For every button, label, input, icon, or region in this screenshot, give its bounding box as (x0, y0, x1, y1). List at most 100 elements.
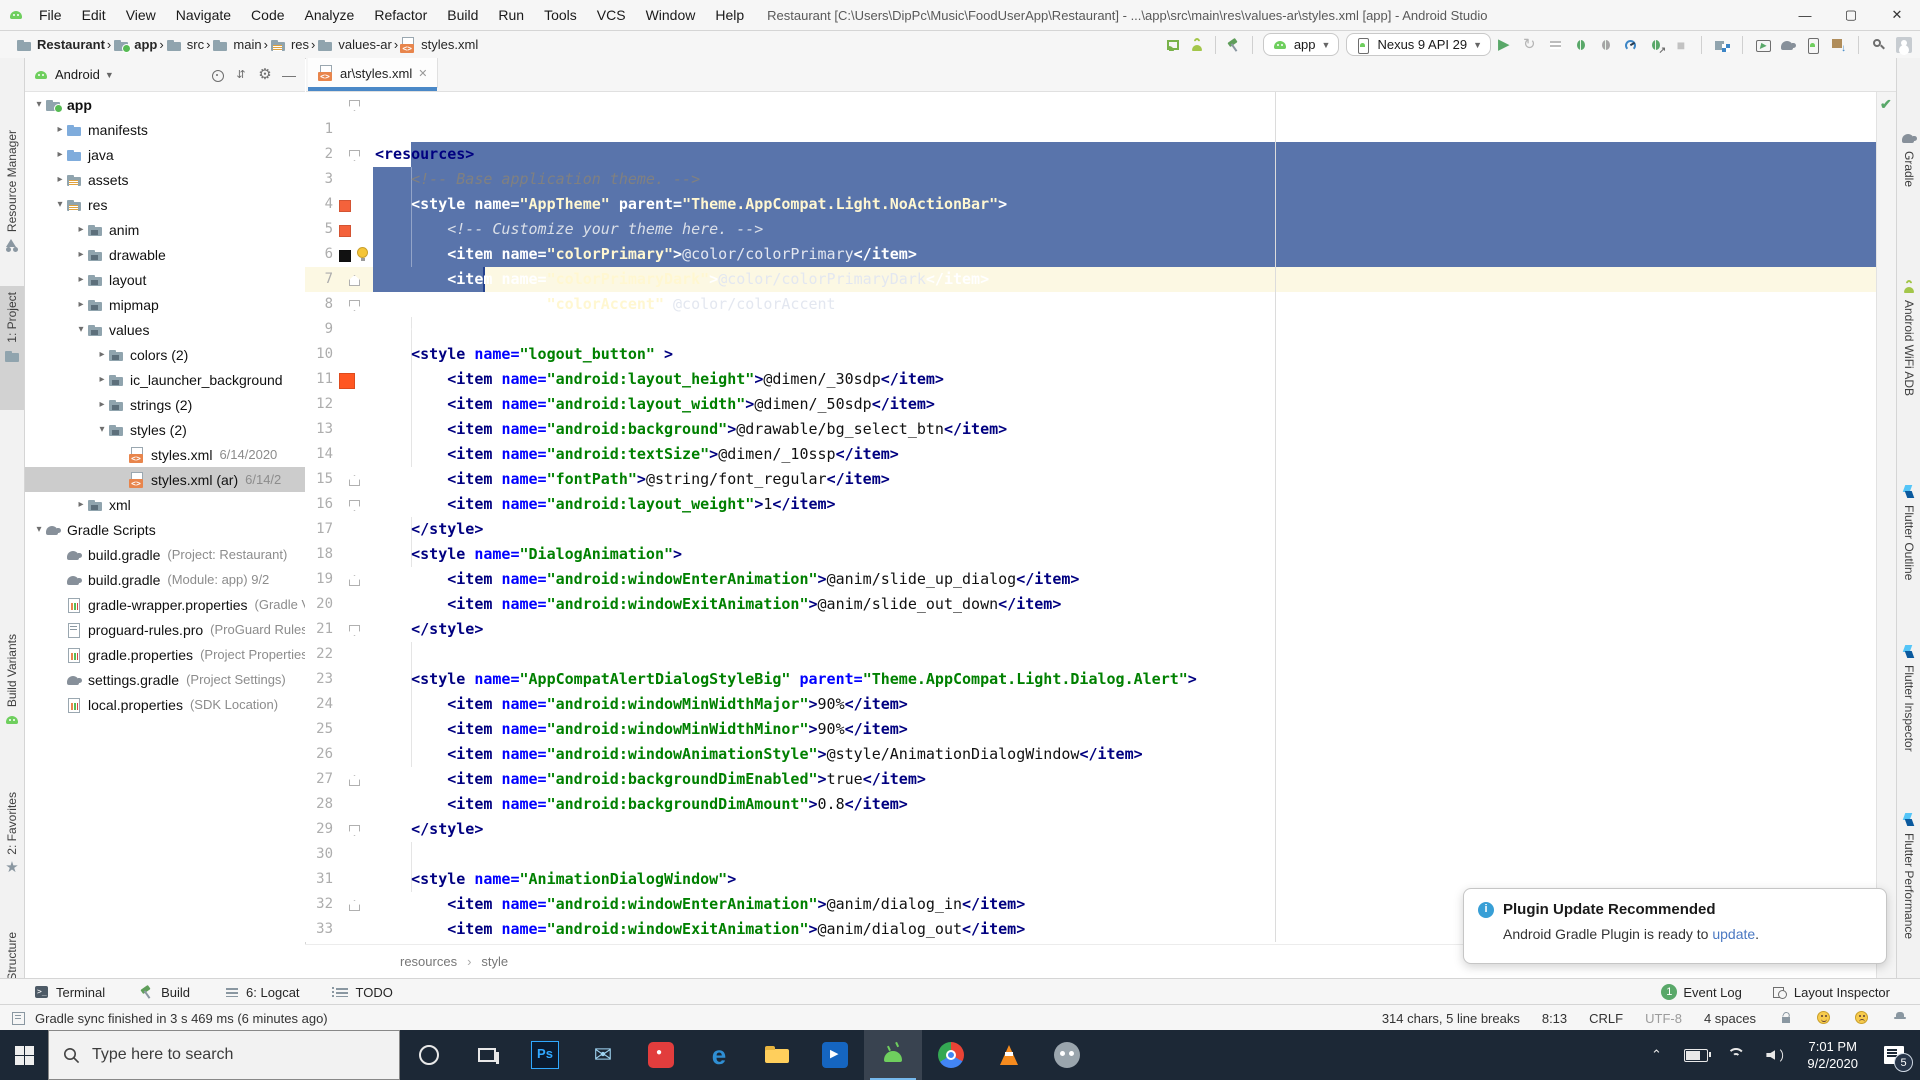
run-config-dropdown[interactable]: app ▼ (1263, 33, 1340, 56)
feedback-sad-icon[interactable] (1854, 1010, 1870, 1026)
stop-icon[interactable] (1673, 37, 1689, 53)
tree-chevron-icon[interactable]: ▾ (75, 324, 87, 335)
cortana-button[interactable] (400, 1030, 458, 1080)
menu-tools[interactable]: Tools (535, 4, 586, 26)
tree-item-settings-gradle[interactable]: settings.gradle(Project Settings) (25, 667, 305, 692)
wifi-icon[interactable] (1719, 1030, 1753, 1080)
tree-item-build-gradle[interactable]: build.gradle(Project: Restaurant) (25, 542, 305, 567)
taskbar-file-explorer-icon[interactable] (748, 1030, 806, 1080)
update-link[interactable]: update (1712, 926, 1755, 942)
gradle-daemon-icon[interactable] (1892, 1010, 1908, 1026)
menu-build[interactable]: Build (438, 4, 487, 26)
tree-chevron-icon[interactable]: ▸ (75, 299, 87, 310)
fold-marker-icon[interactable] (349, 500, 360, 511)
profile-debug-icon[interactable] (1648, 37, 1664, 53)
menu-view[interactable]: View (117, 4, 165, 26)
tool-stripe-flutter-inspector[interactable]: Flutter Inspector (1897, 638, 1920, 794)
color-swatch[interactable] (339, 200, 351, 212)
taskbar-photoshop-icon[interactable] (516, 1030, 574, 1080)
code-line[interactable]: 31 <item name="android:windowEnterAnimat… (305, 842, 1876, 867)
code-line[interactable]: 2 <!-- Base application theme. --> (305, 117, 1876, 142)
breadcrumb-resources[interactable]: resources (400, 954, 457, 969)
code-editor[interactable]: 1 <resources> 2 <!-- Base application th… (305, 92, 1876, 942)
tree-chevron-icon[interactable]: ▸ (54, 174, 66, 185)
menu-run[interactable]: Run (489, 4, 533, 26)
tree-item-values[interactable]: ▾ values (25, 317, 305, 342)
notification-balloon[interactable]: Plugin Update Recommended Android Gradle… (1463, 888, 1887, 964)
tree-item-gradle-scripts[interactable]: ▾ Gradle Scripts (25, 517, 305, 542)
emulator-icon[interactable] (1755, 37, 1771, 53)
color-swatch[interactable] (339, 373, 355, 389)
taskbar-gimp-icon[interactable] (1038, 1030, 1096, 1080)
settings-gear-icon[interactable] (257, 67, 273, 83)
battery-icon[interactable] (1679, 1030, 1713, 1080)
code-line[interactable]: 10 <item name="android:layout_height">@d… (305, 317, 1876, 342)
tool-stripe-android-wifi-adb[interactable]: Android WiFi ADB (1897, 273, 1920, 449)
code-line[interactable]: 15 <item name="android:layout_weight">1<… (305, 442, 1876, 467)
breadcrumb-res[interactable]: res (268, 37, 311, 53)
fold-marker-icon[interactable] (349, 775, 360, 786)
fold-marker-icon[interactable] (349, 625, 360, 636)
taskbar-vlc-icon[interactable] (980, 1030, 1038, 1080)
code-line[interactable]: 24 <item name="android:windowMinWidthMin… (305, 667, 1876, 692)
tree-item-colors-2[interactable]: ▸ colors (2) (25, 342, 305, 367)
tree-chevron-icon[interactable]: ▸ (75, 274, 87, 285)
code-line[interactable]: 29 (305, 792, 1876, 817)
code-line[interactable]: 8 </style> (305, 267, 1876, 292)
code-line[interactable]: 25 <item name="android:windowAnimationSt… (305, 692, 1876, 717)
code-line[interactable]: 3 <style name="AppTheme" parent="Theme.A… (305, 142, 1876, 167)
menu-window[interactable]: Window (637, 4, 705, 26)
breadcrumb-restaurant[interactable]: Restaurant (14, 37, 107, 53)
taskbar-mail-icon[interactable] (574, 1030, 632, 1080)
tree-chevron-icon[interactable]: ▸ (75, 499, 87, 510)
collapse-all-icon[interactable] (233, 67, 249, 83)
code-line[interactable]: 28 </style> (305, 767, 1876, 792)
tree-chevron-icon[interactable]: ▾ (96, 424, 108, 435)
speaker-icon[interactable] (1759, 1030, 1793, 1080)
code-line[interactable]: 19 <item name="android:windowExitAnimati… (305, 542, 1876, 567)
tree-item-styles-2[interactable]: ▾ styles (2) (25, 417, 305, 442)
apply-changes-icon[interactable] (1523, 37, 1539, 53)
device-file-explorer-icon[interactable] (1714, 37, 1730, 53)
tool-window-6-logcat[interactable]: 6: Logcat (224, 984, 300, 1000)
taskbar-store-app-icon[interactable] (632, 1030, 690, 1080)
fold-marker-icon[interactable] (349, 300, 360, 311)
color-swatch[interactable] (339, 225, 351, 237)
menu-code[interactable]: Code (242, 4, 293, 26)
start-button[interactable] (0, 1030, 48, 1080)
tool-stripe-flutter-outline[interactable]: Flutter Outline (1897, 478, 1920, 624)
run-icon[interactable] (1498, 37, 1514, 53)
tool-stripe-1-project[interactable]: 1: Project (0, 286, 24, 410)
menu-navigate[interactable]: Navigate (167, 4, 240, 26)
caret-position[interactable]: 8:13 (1542, 1011, 1567, 1026)
tree-chevron-icon[interactable]: ▸ (96, 349, 108, 360)
tree-item-app[interactable]: ▾ app (25, 92, 305, 117)
code-line[interactable]: 5 <item name="colorPrimary">@color/color… (305, 192, 1876, 217)
tree-chevron-icon[interactable]: ▾ (33, 524, 45, 535)
editor-inspection-strip[interactable]: ✔ (1876, 92, 1897, 978)
tree-chevron-icon[interactable]: ▸ (54, 124, 66, 135)
tree-item-gradle-wrapper-properties[interactable]: gradle-wrapper.properties(Gradle Version… (25, 592, 305, 617)
code-line[interactable]: 21 (305, 592, 1876, 617)
tool-window-build[interactable]: Build (139, 984, 190, 1000)
tree-item-drawable[interactable]: ▸ drawable (25, 242, 305, 267)
menu-analyze[interactable]: Analyze (296, 4, 364, 26)
tree-item-proguard-rules-pro[interactable]: proguard-rules.pro(ProGuard Rules for ap… (25, 617, 305, 642)
tree-item-strings-2[interactable]: ▸ strings (2) (25, 392, 305, 417)
gradle-sync-icon[interactable] (1780, 37, 1796, 53)
event-log-button[interactable]: 1 Event Log (1661, 984, 1742, 1000)
code-line[interactable]: 30 <style name="AnimationDialogWindow"> (305, 817, 1876, 842)
tree-item-ic-launcher-background[interactable]: ▸ ic_launcher_background (25, 367, 305, 392)
fold-marker-icon[interactable] (349, 475, 360, 486)
color-swatch[interactable] (339, 250, 351, 262)
tree-chevron-icon[interactable]: ▾ (54, 199, 66, 210)
taskbar-clock[interactable]: 7:01 PM 9/2/2020 (1799, 1038, 1866, 1072)
tree-chevron-icon[interactable]: ▸ (96, 374, 108, 385)
code-line[interactable]: 20 </style> (305, 567, 1876, 592)
tool-stripe-gradle[interactable]: Gradle (1897, 124, 1920, 250)
fold-marker-icon[interactable] (349, 275, 360, 286)
tool-stripe-resource-manager[interactable]: Resource Manager (0, 124, 24, 290)
tool-stripe-2-favorites[interactable]: 2: Favorites (0, 786, 24, 920)
menu-refactor[interactable]: Refactor (365, 4, 436, 26)
tree-item-gradle-properties[interactable]: gradle.properties(Project Properties) (25, 642, 305, 667)
